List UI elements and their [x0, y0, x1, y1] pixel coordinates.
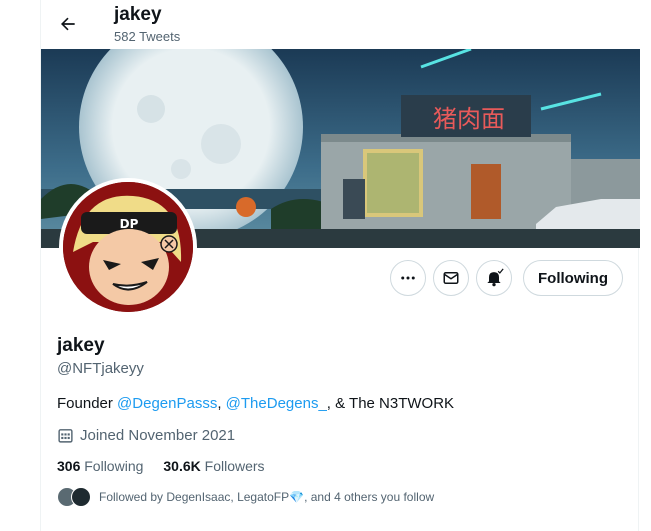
- bio-link-degenpasss[interactable]: @DegenPasss: [117, 395, 217, 412]
- profile-header-bar: jakey 582 Tweets: [41, 0, 640, 49]
- profile-handle: @NFTjakeyy: [57, 360, 144, 377]
- avatar-headband-text: DP: [120, 217, 139, 231]
- follower-avatar-2: [71, 487, 91, 507]
- arrow-left-icon: [61, 17, 75, 31]
- bio-text: Founder: [57, 395, 118, 412]
- followers-label: Followers: [204, 458, 265, 474]
- header-title: jakey: [114, 4, 162, 25]
- bio-text-suffix: , & The N3TWORK: [326, 395, 455, 412]
- avatar-illustration: DP: [63, 182, 193, 312]
- followed-by-others: , and 4 others you follow: [304, 490, 435, 504]
- tweet-count: 582 Tweets: [114, 29, 181, 44]
- profile-stats: 306 Following 30.6K Followers: [57, 458, 265, 474]
- profile-joined: Joined November 2021: [57, 427, 235, 444]
- bio-separator: ,: [217, 395, 226, 412]
- bell-check-icon: [487, 268, 504, 287]
- joined-text: Joined November 2021: [80, 427, 236, 444]
- followed-by-names: Followed by DegenIsaac, LegatoFP: [99, 490, 290, 504]
- profile-bio: Founder @DegenPasss, @TheDegens_, & The …: [57, 395, 454, 412]
- followers-stat[interactable]: 30.6K Followers: [163, 458, 264, 474]
- notifications-button[interactable]: [476, 260, 512, 296]
- followed-by-avatars: [57, 487, 91, 507]
- more-options-button[interactable]: [390, 260, 426, 296]
- diamond-icon: 💎: [289, 490, 305, 504]
- followers-count: 30.6K: [163, 458, 201, 474]
- back-button[interactable]: [51, 8, 85, 40]
- following-button[interactable]: Following: [523, 260, 623, 296]
- profile-column: jakey 582 Tweets 猪肉面 DP Following jakey …: [40, 0, 640, 531]
- following-stat[interactable]: 306 Following: [57, 458, 143, 474]
- more-dots-icon: [401, 276, 415, 280]
- profile-display-name: jakey: [57, 335, 105, 356]
- bio-link-thedegens[interactable]: @TheDegens_: [226, 395, 327, 412]
- following-count: 306: [57, 458, 81, 474]
- followed-by-text: Followed by DegenIsaac, LegatoFP💎, and 4…: [99, 490, 434, 504]
- following-label: Following: [84, 458, 144, 474]
- envelope-icon: [443, 272, 459, 284]
- followed-by-row[interactable]: Followed by DegenIsaac, LegatoFP💎, and 4…: [57, 487, 434, 507]
- message-button[interactable]: [433, 260, 469, 296]
- profile-avatar[interactable]: DP: [59, 178, 197, 316]
- calendar-icon: [58, 429, 73, 443]
- banner-sign-text: 猪肉面: [433, 105, 505, 133]
